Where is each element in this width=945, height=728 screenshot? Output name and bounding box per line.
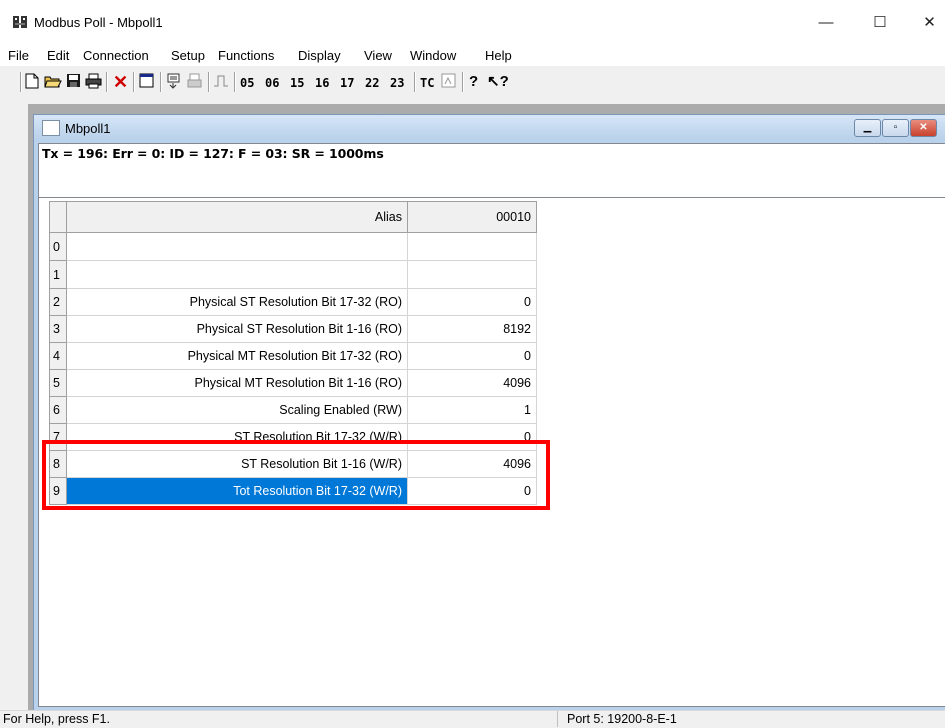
child-window-title: Mbpoll1: [65, 121, 111, 136]
fc-17-button[interactable]: 17: [340, 76, 354, 90]
table-row[interactable]: 0: [49, 232, 537, 261]
menu-setup[interactable]: Setup: [171, 48, 205, 63]
row-number[interactable]: 0: [49, 232, 67, 261]
document-icon[interactable]: [42, 120, 60, 136]
table-row[interactable]: 5 Physical MT Resolution Bit 1-16 (RO) 4…: [49, 369, 537, 397]
value-cell[interactable]: [407, 260, 537, 289]
read-icon[interactable]: [166, 73, 181, 91]
alias-cell[interactable]: Scaling Enabled (RW): [66, 396, 408, 424]
table-header-row: Alias 00010: [49, 201, 537, 233]
poll-status-text: Tx = 196: Err = 0: ID = 127: F = 03: SR …: [42, 146, 384, 161]
toolbar-separator: [234, 72, 236, 92]
value-cell[interactable]: [407, 232, 537, 261]
maximize-button[interactable]: ☐: [860, 10, 900, 36]
new-icon[interactable]: [25, 73, 39, 91]
toolbar-separator: [462, 72, 464, 92]
corner-cell[interactable]: [49, 201, 67, 233]
fc-22-button[interactable]: 22: [365, 76, 379, 90]
pulse-icon[interactable]: [213, 73, 229, 91]
value-cell[interactable]: 0: [407, 288, 537, 316]
fc-05-button[interactable]: 05: [240, 76, 254, 90]
alias-cell[interactable]: Physical MT Resolution Bit 1-16 (RO): [66, 369, 408, 397]
open-icon[interactable]: [44, 73, 62, 91]
toolbar-separator: [160, 72, 162, 92]
table-row[interactable]: 1: [49, 260, 537, 289]
menu-help[interactable]: Help: [485, 48, 512, 63]
window-icon[interactable]: [139, 73, 154, 91]
print-icon[interactable]: [85, 73, 102, 91]
status-port-text: Port 5: 19200-8-E-1: [567, 712, 677, 726]
fc-23-button[interactable]: 23: [390, 76, 404, 90]
row-number[interactable]: 6: [49, 396, 67, 424]
row-number[interactable]: 4: [49, 342, 67, 370]
poll-status-panel: Tx = 196: Err = 0: ID = 127: F = 03: SR …: [38, 143, 945, 198]
menu-display[interactable]: Display: [298, 48, 341, 63]
row-number[interactable]: 3: [49, 315, 67, 343]
fc-16-button[interactable]: 16: [315, 76, 329, 90]
value-cell[interactable]: 4096: [407, 369, 537, 397]
toolbar-separator: [106, 72, 108, 92]
highlight-annotation-box: [42, 440, 550, 510]
toolbar-separator: [208, 72, 210, 92]
child-close-button[interactable]: ✕: [910, 119, 937, 137]
status-help-text: For Help, press F1.: [3, 712, 110, 726]
toolbar-separator: [414, 72, 416, 92]
table-row[interactable]: 4 Physical MT Resolution Bit 17-32 (RO) …: [49, 342, 537, 370]
help-icon[interactable]: ?: [469, 73, 478, 91]
alias-cell[interactable]: Physical ST Resolution Bit 1-16 (RO): [66, 315, 408, 343]
table-row[interactable]: 3 Physical ST Resolution Bit 1-16 (RO) 8…: [49, 315, 537, 343]
child-minimize-button[interactable]: ▁: [854, 119, 881, 137]
print-preview-icon[interactable]: [187, 73, 202, 91]
alias-cell[interactable]: Physical ST Resolution Bit 17-32 (RO): [66, 288, 408, 316]
window-title: Modbus Poll - Mbpoll1: [34, 15, 163, 30]
menu-functions[interactable]: Functions: [218, 48, 274, 63]
value-cell[interactable]: 1: [407, 396, 537, 424]
child-restore-button[interactable]: ▫: [882, 119, 909, 137]
address-column-header[interactable]: 00010: [407, 201, 537, 233]
alias-cell[interactable]: [66, 260, 408, 289]
value-cell[interactable]: 8192: [407, 315, 537, 343]
toolbar-separator: [133, 72, 135, 92]
menu-window[interactable]: Window: [410, 48, 456, 63]
value-cell[interactable]: 0: [407, 342, 537, 370]
tc-window-icon[interactable]: [441, 73, 456, 91]
fc-15-button[interactable]: 15: [290, 76, 304, 90]
row-number[interactable]: 1: [49, 260, 67, 289]
mbpoll-child-window[interactable]: Mbpoll1 ▁ ▫ ✕ Tx = 196: Err = 0: ID = 12…: [33, 114, 945, 714]
row-number[interactable]: 2: [49, 288, 67, 316]
status-separator: [557, 711, 558, 727]
modbus-app-icon[interactable]: [12, 14, 28, 30]
table-row[interactable]: 2 Physical ST Resolution Bit 17-32 (RO) …: [49, 288, 537, 316]
tc-button[interactable]: TC: [420, 76, 434, 90]
alias-cell[interactable]: [66, 232, 408, 261]
context-help-icon[interactable]: ↖?: [487, 73, 509, 91]
table-row[interactable]: 6 Scaling Enabled (RW) 1: [49, 396, 537, 424]
close-button[interactable]: ✕: [914, 10, 945, 36]
child-title-bar[interactable]: [34, 115, 945, 139]
minimize-button[interactable]: —: [806, 10, 846, 36]
menu-view[interactable]: View: [364, 48, 392, 63]
alias-cell[interactable]: Physical MT Resolution Bit 17-32 (RO): [66, 342, 408, 370]
delete-icon[interactable]: ✕: [113, 73, 128, 91]
menu-file[interactable]: File: [8, 48, 29, 63]
row-number[interactable]: 5: [49, 369, 67, 397]
status-bar: [0, 710, 945, 728]
save-icon[interactable]: [66, 73, 81, 91]
alias-column-header[interactable]: Alias: [66, 201, 408, 233]
menu-edit[interactable]: Edit: [47, 48, 69, 63]
toolbar-separator: [20, 72, 22, 92]
fc-06-button[interactable]: 06: [265, 76, 279, 90]
menu-connection[interactable]: Connection: [83, 48, 149, 63]
